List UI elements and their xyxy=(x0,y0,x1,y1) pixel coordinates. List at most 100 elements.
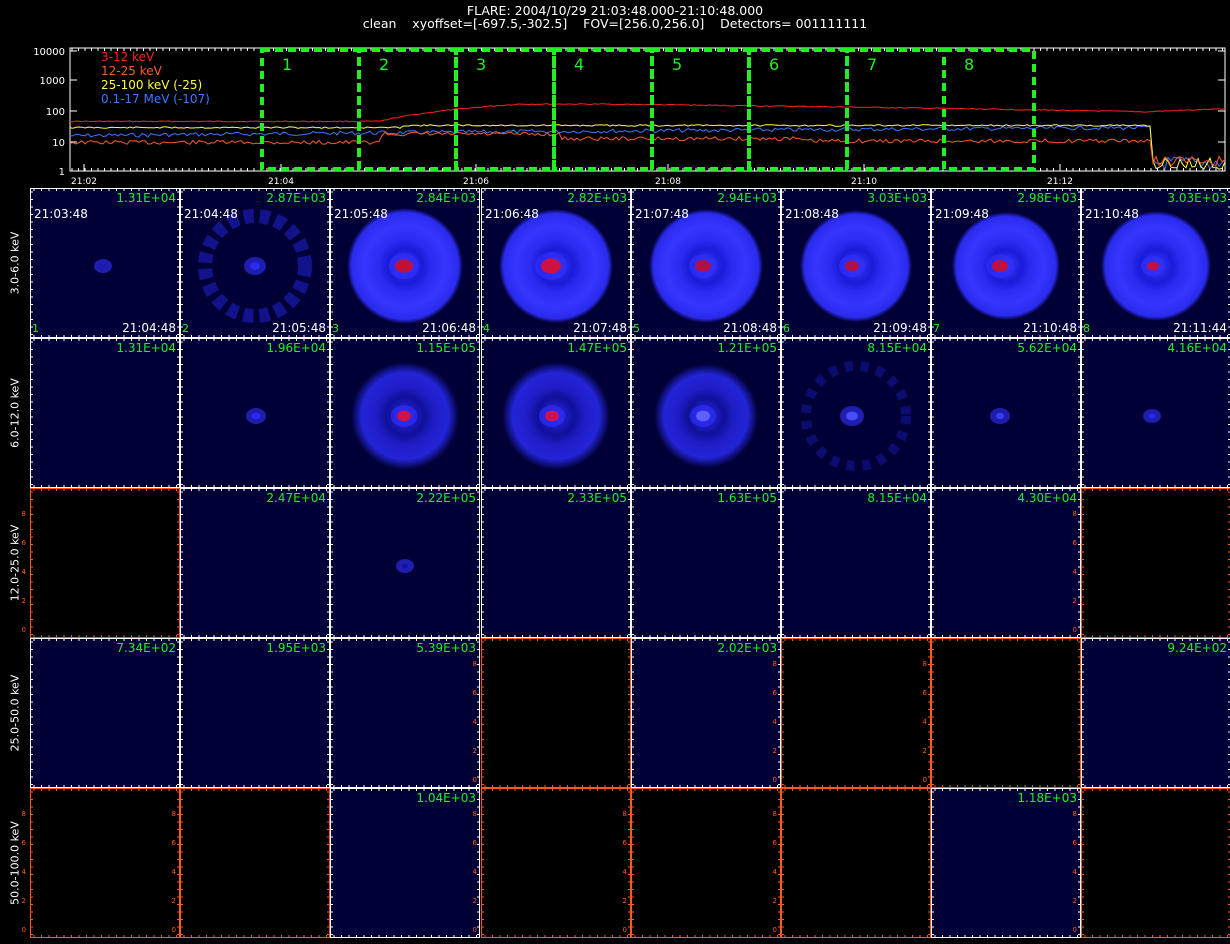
empty-axis-tick-label: 2 xyxy=(923,747,927,755)
panel-background xyxy=(781,788,931,938)
source-kernel xyxy=(846,412,858,421)
empty-axis-tick-label: 0 xyxy=(1073,626,1077,634)
interval-label: 5 xyxy=(672,55,682,74)
image-panel: 8.15E+04 xyxy=(781,488,931,638)
source-kernel xyxy=(541,259,561,274)
panel-start-time: 21:03:48 xyxy=(34,207,88,221)
empty-axis-tick-label: 6 xyxy=(923,689,928,697)
lightcurve-legend: 3-12 keV12-25 keV25-100 keV (-25)0.1-17 … xyxy=(101,50,210,106)
y-tick-label: 1 xyxy=(59,167,65,178)
interval-box xyxy=(456,50,554,169)
empty-axis-tick-label: 2 xyxy=(473,747,477,755)
interval-label: 8 xyxy=(964,55,974,74)
panel-max-value: 3.03E+03 xyxy=(867,191,927,205)
panel-number: 6 xyxy=(783,322,790,335)
panel-max-value: 2.94E+03 xyxy=(717,191,777,205)
empty-axis-tick-label: 4 xyxy=(773,868,778,876)
empty-axis-tick-label: 8 xyxy=(1073,810,1077,818)
image-panel xyxy=(1081,788,1230,938)
interval-box xyxy=(847,50,944,169)
panel-max-value: 3.03E+03 xyxy=(1167,191,1227,205)
empty-axis-tick-label: 8 xyxy=(623,810,627,818)
time-interval-boxes: 12345678 xyxy=(262,50,1034,169)
source-kernel xyxy=(695,260,711,272)
empty-axis-tick-label: 8 xyxy=(473,810,477,818)
empty-axis-tick-label: 2 xyxy=(172,897,176,905)
series-0p1-17mev xyxy=(70,126,1225,170)
lightcurve-x-ticks: 21:0221:0421:0621:0821:1021:12 xyxy=(71,48,1222,187)
panel-background xyxy=(1081,638,1230,788)
empty-axis-tick-label: 2 xyxy=(773,747,777,755)
panel-end-time: 21:05:48 xyxy=(272,321,326,335)
empty-axis-tick-label: 2 xyxy=(473,897,477,905)
panel-end-time: 21:09:48 xyxy=(873,321,927,335)
series-12-25kev xyxy=(70,132,1225,166)
image-panel: 2.22E+05 xyxy=(330,488,480,638)
panel-background xyxy=(931,788,1081,938)
panel-background xyxy=(30,788,180,938)
source-kernel xyxy=(1149,414,1155,419)
panel-start-time: 21:08:48 xyxy=(785,207,839,221)
empty-axis-tick-label: 0 xyxy=(1073,926,1077,934)
source-kernel xyxy=(402,564,408,569)
x-tick-label: 21:12 xyxy=(1047,177,1073,187)
panel-max-value: 2.22E+05 xyxy=(416,491,476,505)
source-kernel xyxy=(250,262,260,270)
legend-entry: 12-25 keV xyxy=(101,64,163,78)
panel-max-value: 7.34E+02 xyxy=(116,641,176,655)
panel-start-time: 21:09:48 xyxy=(935,207,989,221)
energy-band-label: 25.0-50.0 keV xyxy=(2,638,28,788)
panel-max-value: 2.82E+03 xyxy=(567,191,627,205)
plot-header: FLARE: 2004/10/29 21:03:48.000-21:10:48.… xyxy=(0,0,1230,38)
panel-max-value: 1.31E+04 xyxy=(116,191,176,205)
empty-axis-tick-label: 4 xyxy=(172,868,177,876)
panel-max-value: 1.18E+03 xyxy=(1017,791,1077,805)
empty-axis-tick-label: 0 xyxy=(773,926,777,934)
panel-background xyxy=(931,638,1081,788)
panel-background xyxy=(330,638,480,788)
empty-axis-tick-label: 6 xyxy=(623,839,628,847)
panel-end-time: 21:10:48 xyxy=(1023,321,1077,335)
image-panel: 1.95E+03 xyxy=(180,638,330,788)
panel-max-value: 2.98E+03 xyxy=(1017,191,1077,205)
panel-background xyxy=(1081,488,1230,638)
panel-number: 8 xyxy=(1083,322,1090,335)
image-panel: 1.21E+05 xyxy=(631,338,781,488)
panel-max-value: 8.15E+04 xyxy=(867,491,927,505)
empty-axis-tick-label: 2 xyxy=(1073,597,1077,605)
image-panel: 1.96E+04 xyxy=(180,338,330,488)
x-tick-label: 21:10 xyxy=(851,177,877,187)
panel-background xyxy=(931,488,1081,638)
panel-background xyxy=(481,788,631,938)
image-panel xyxy=(931,638,1081,788)
image-panel: 1.15E+05 xyxy=(330,338,480,488)
empty-axis-tick-label: 6 xyxy=(1073,839,1078,847)
empty-axis-tick-label: 8 xyxy=(773,810,777,818)
series-25-100kev xyxy=(70,125,1225,170)
empty-axis-tick-label: 8 xyxy=(172,810,176,818)
energy-band-label: 50.0-100.0 keV xyxy=(2,788,28,938)
image-panel xyxy=(781,638,931,788)
panel-max-value: 1.15E+05 xyxy=(416,341,476,355)
empty-axis-tick-label: 6 xyxy=(473,689,478,697)
interval-box xyxy=(749,50,847,169)
y-tick-label: 10000 xyxy=(33,47,65,58)
panel-background xyxy=(330,788,480,938)
interval-label: 6 xyxy=(769,55,779,74)
panel-max-value: 2.33E+05 xyxy=(567,491,627,505)
panel-max-value: 4.30E+04 xyxy=(1017,491,1077,505)
energy-band-label: 6.0-12.0 keV xyxy=(2,338,28,488)
image-grid: 1.31E+0421:03:4821:04:4812.87E+0321:04:4… xyxy=(0,188,1230,944)
panel-background xyxy=(481,638,631,788)
y-tick-label: 10 xyxy=(52,138,65,149)
panel-background xyxy=(180,638,330,788)
x-tick-label: 21:06 xyxy=(463,177,489,187)
image-panel xyxy=(180,788,330,938)
panel-max-value: 4.16E+04 xyxy=(1167,341,1227,355)
image-panel: 2.84E+0321:05:4821:06:483 xyxy=(330,188,480,338)
panel-max-value: 8.15E+04 xyxy=(867,341,927,355)
lightcurve-curves xyxy=(70,104,1225,170)
panel-number: 4 xyxy=(483,322,490,335)
panel-max-value: 5.62E+04 xyxy=(1017,341,1077,355)
empty-axis-tick-label: 0 xyxy=(473,926,477,934)
